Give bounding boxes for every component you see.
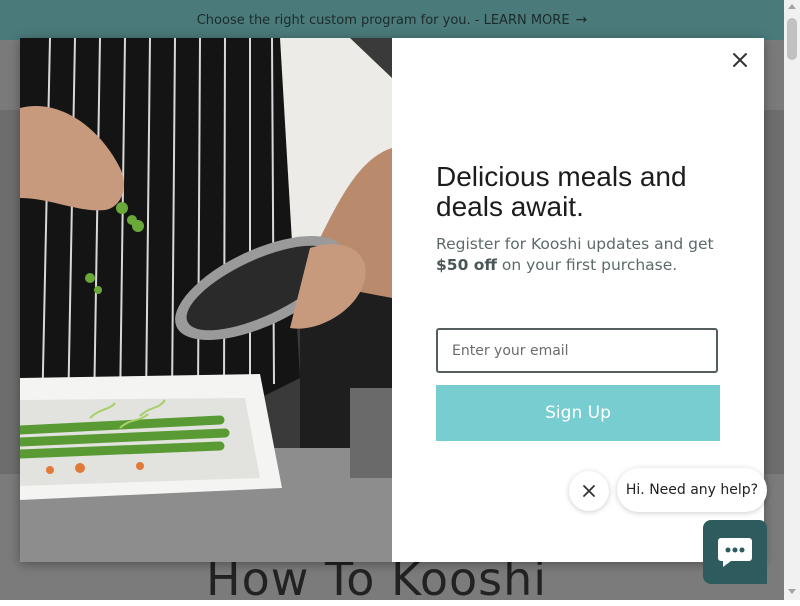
scroll-down-arrow-icon[interactable] [788, 589, 796, 594]
close-icon [583, 485, 595, 497]
subtext-start: Register for Kooshi updates and get [436, 235, 714, 253]
scroll-up-arrow-icon[interactable] [788, 4, 796, 9]
announcement-bar[interactable]: Choose the right custom program for you.… [0, 0, 784, 40]
modal-headline: Delicious meals and deals await. [436, 161, 687, 222]
chat-greeting-text: Hi. Need any help? [625, 482, 759, 498]
announcement-text[interactable]: Choose the right custom program for you.… [197, 13, 570, 28]
scrollbar-thumb[interactable] [787, 18, 797, 60]
close-icon[interactable] [730, 50, 750, 70]
arrow-right-icon[interactable]: → [576, 12, 588, 28]
chat-launcher-button[interactable] [703, 520, 767, 584]
chat-dismiss-button[interactable] [569, 471, 609, 511]
chat-icon [718, 538, 752, 567]
discount-highlight: $50 off [436, 256, 497, 274]
chat-greeting-bubble[interactable]: Hi. Need any help? [617, 468, 767, 512]
scrollbar[interactable] [784, 0, 800, 600]
subtext-end: on your first purchase. [496, 256, 678, 274]
email-field[interactable] [436, 328, 718, 373]
chef-plating-photo [20, 38, 392, 562]
modal-subtext: Register for Kooshi updates and get $50 … [436, 234, 726, 276]
signup-button[interactable]: Sign Up [436, 385, 720, 441]
